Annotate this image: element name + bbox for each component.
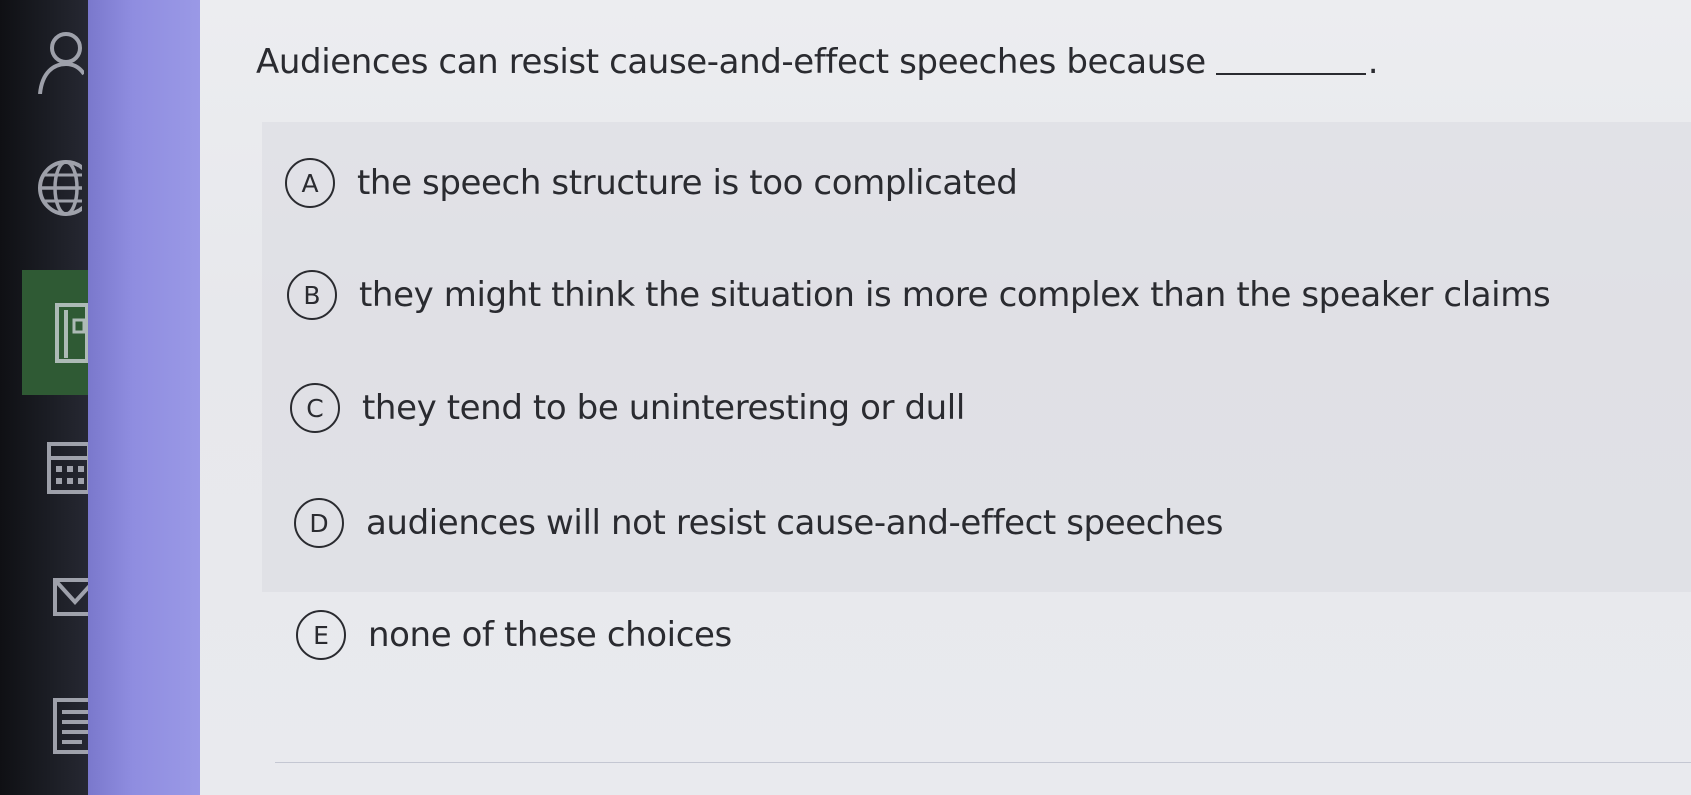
globe-icon[interactable] [36,158,82,218]
option-d-text: audiences will not resist cause-and-effe… [366,503,1224,543]
book-icon[interactable] [54,302,88,364]
option-a-text: the speech structure is too complicated [357,163,1018,203]
bottom-divider [275,762,1691,763]
calendar-icon[interactable] [46,436,88,496]
option-d[interactable]: D audiences will not resist cause-and-ef… [294,498,1223,548]
option-d-letter-badge[interactable]: D [294,498,344,548]
option-b[interactable]: B they might think the situation is more… [287,270,1551,320]
option-e-text: none of these choices [368,615,732,655]
user-icon[interactable] [34,28,84,94]
question-suffix: . [1367,42,1379,82]
document-icon[interactable] [52,694,92,756]
option-c-letter-badge[interactable]: C [290,383,340,433]
answer-blank [1215,73,1366,75]
option-c[interactable]: C they tend to be uninteresting or dull [290,383,965,433]
option-c-text: they tend to be uninteresting or dull [362,388,965,428]
mail-icon[interactable] [52,574,92,622]
option-a-letter-badge[interactable]: A [285,158,335,208]
option-b-text: they might think the situation is more c… [359,275,1551,315]
question-prompt: Audiences can resist cause-and-effect sp… [256,42,1379,82]
sidebar-nav [0,0,92,795]
option-e[interactable]: E none of these choices [296,610,732,660]
accent-strip [88,0,200,795]
option-b-letter-badge[interactable]: B [287,270,337,320]
screen: Audiences can resist cause-and-effect sp… [0,0,1691,795]
question-text: Audiences can resist cause-and-effect sp… [256,42,1206,82]
option-a[interactable]: A the speech structure is too complicate… [285,158,1018,208]
option-e-letter-badge[interactable]: E [296,610,346,660]
